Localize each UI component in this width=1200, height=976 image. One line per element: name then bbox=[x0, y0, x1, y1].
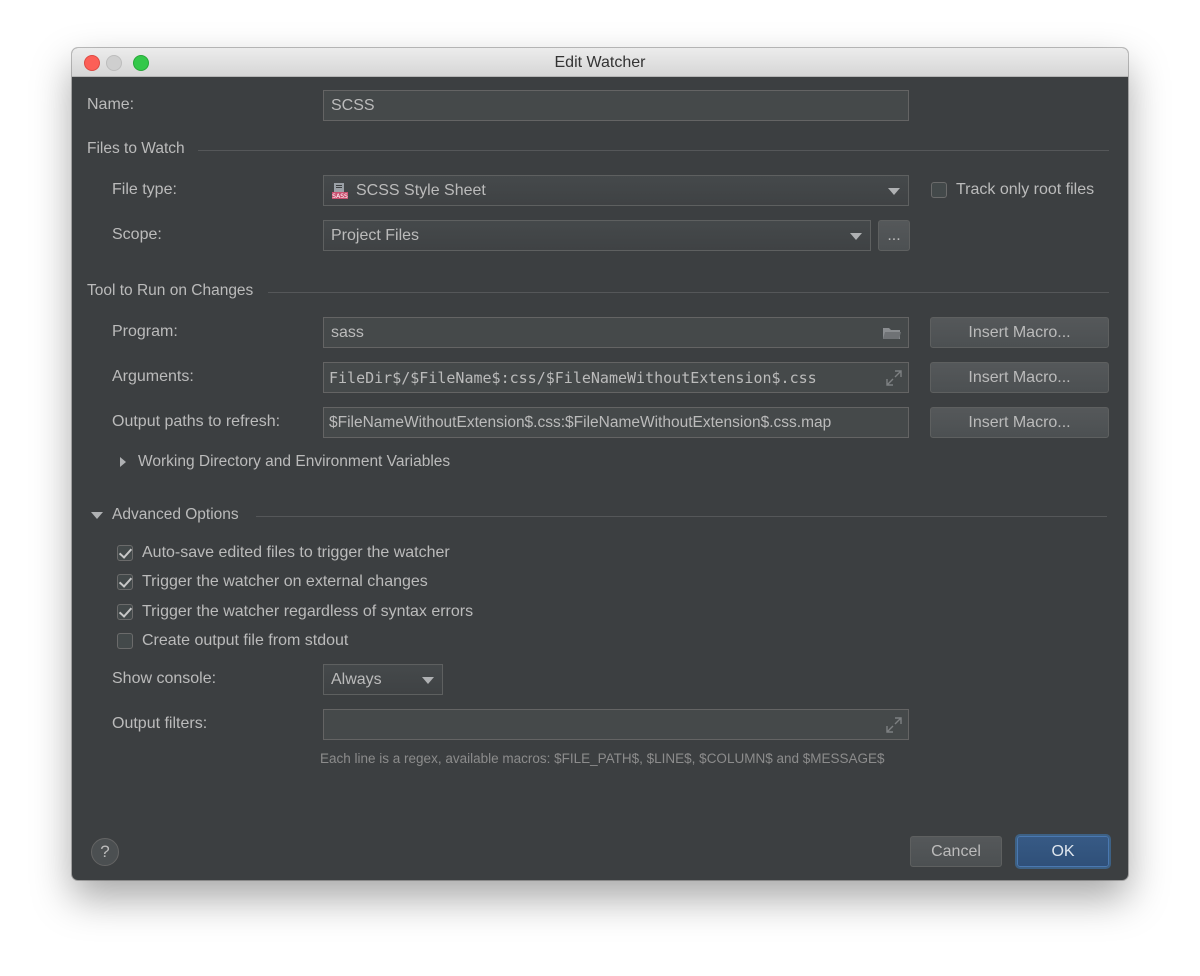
scope-value: Project Files bbox=[331, 226, 420, 244]
track-root-checkbox[interactable] bbox=[931, 182, 947, 198]
chevron-down-icon bbox=[422, 676, 434, 684]
edit-watcher-dialog: Edit Watcher Name: SCSS Files to Watch F… bbox=[72, 48, 1128, 880]
scope-label: Scope: bbox=[112, 226, 162, 243]
option-checkbox-auto-save[interactable] bbox=[117, 545, 133, 561]
file-type-value: SCSS Style Sheet bbox=[356, 181, 486, 199]
output-filters-label: Output filters: bbox=[112, 715, 208, 732]
dialog-content: Name: SCSS Files to Watch File type: SAS… bbox=[72, 76, 1128, 880]
arguments-label: Arguments: bbox=[112, 368, 194, 385]
output-paths-input[interactable]: $FileNameWithoutExtension$.css:$FileName… bbox=[323, 407, 909, 438]
sass-file-icon: SASS bbox=[332, 182, 348, 200]
program-value: sass bbox=[331, 323, 364, 341]
output-filters-hint: Each line is a regex, available macros: … bbox=[320, 751, 885, 766]
name-input[interactable]: SCSS bbox=[323, 90, 909, 121]
advanced-separator bbox=[256, 516, 1107, 517]
arguments-input[interactable]: FileDir$/$FileName$:css/$FileNameWithout… bbox=[323, 362, 909, 393]
option-checkbox-syntax-errors[interactable] bbox=[117, 604, 133, 620]
chevron-down-icon[interactable] bbox=[91, 512, 103, 519]
advanced-options-heading[interactable]: Advanced Options bbox=[112, 506, 239, 524]
tool-separator bbox=[268, 292, 1109, 293]
option-label-stdout: Create output file from stdout bbox=[142, 632, 349, 649]
chevron-down-icon bbox=[888, 187, 900, 195]
scope-browse-button[interactable]: ... bbox=[878, 220, 910, 251]
show-console-label: Show console: bbox=[112, 670, 217, 687]
window-title: Edit Watcher bbox=[554, 54, 646, 71]
option-label-external-changes: Trigger the watcher on external changes bbox=[142, 573, 428, 590]
option-label-auto-save: Auto-save edited files to trigger the wa… bbox=[142, 544, 450, 561]
option-label-syntax-errors: Trigger the watcher regardless of syntax… bbox=[142, 603, 474, 620]
folder-icon[interactable] bbox=[882, 325, 902, 341]
option-checkbox-stdout[interactable] bbox=[117, 633, 133, 649]
scope-dropdown[interactable]: Project Files bbox=[323, 220, 871, 251]
output-paths-value: $FileNameWithoutExtension$.css:$FileName… bbox=[329, 413, 832, 431]
output-paths-insert-macro-button[interactable]: Insert Macro... bbox=[930, 407, 1109, 438]
arguments-value: FileDir$/$FileName$:css/$FileNameWithout… bbox=[329, 368, 817, 387]
expand-icon[interactable] bbox=[885, 369, 903, 387]
option-checkbox-external-changes[interactable] bbox=[117, 574, 133, 590]
files-to-watch-separator bbox=[198, 150, 1109, 151]
program-insert-macro-button[interactable]: Insert Macro... bbox=[930, 317, 1109, 348]
expand-icon[interactable] bbox=[885, 716, 903, 734]
ok-button[interactable]: OK bbox=[1017, 836, 1109, 867]
show-console-value: Always bbox=[331, 670, 382, 688]
chevron-down-icon bbox=[850, 232, 862, 240]
tool-heading: Tool to Run on Changes bbox=[87, 282, 254, 299]
output-filters-input[interactable] bbox=[323, 709, 909, 740]
arguments-insert-macro-button[interactable]: Insert Macro... bbox=[930, 362, 1109, 393]
output-paths-label: Output paths to refresh: bbox=[112, 413, 281, 430]
program-label: Program: bbox=[112, 323, 178, 340]
working-directory-toggle[interactable]: Working Directory and Environment Variab… bbox=[138, 453, 450, 471]
program-input[interactable]: sass bbox=[323, 317, 909, 348]
name-label: Name: bbox=[87, 96, 135, 113]
svg-text:SASS: SASS bbox=[332, 193, 348, 200]
help-button[interactable]: ? bbox=[91, 838, 119, 866]
track-root-label: Track only root files bbox=[956, 181, 1095, 198]
chevron-right-icon[interactable] bbox=[120, 457, 126, 467]
show-console-dropdown[interactable]: Always bbox=[323, 664, 443, 695]
file-type-label: File type: bbox=[112, 181, 177, 198]
title-bar: Edit Watcher bbox=[72, 48, 1128, 77]
name-input-value: SCSS bbox=[331, 96, 375, 114]
file-type-dropdown[interactable]: SASS SCSS Style Sheet bbox=[323, 175, 909, 206]
cancel-button[interactable]: Cancel bbox=[910, 836, 1002, 867]
files-to-watch-heading: Files to Watch bbox=[87, 140, 185, 157]
